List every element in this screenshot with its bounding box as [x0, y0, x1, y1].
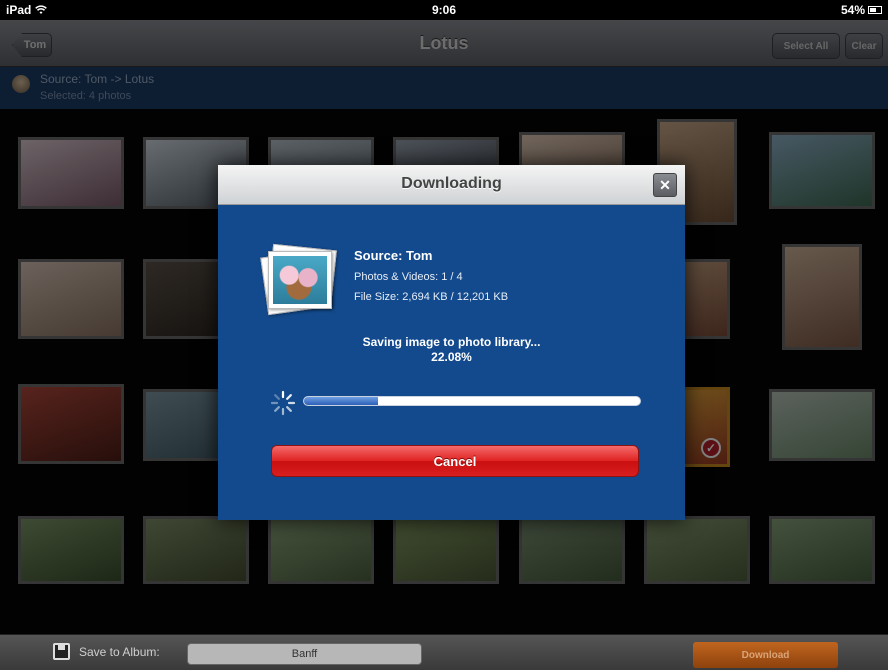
battery-icon — [868, 6, 882, 14]
download-info: Source: Tom Photos & Videos: 1 / 4 File … — [354, 248, 508, 303]
status-bar: iPad 9:06 54% — [0, 0, 888, 20]
floppy-disk-icon — [53, 643, 70, 660]
download-source: Source: Tom — [354, 248, 433, 263]
progress-bar — [303, 396, 641, 406]
progress-fill — [304, 397, 379, 405]
battery-percent: 54% — [840, 3, 865, 17]
close-icon[interactable]: ✕ — [653, 173, 677, 197]
cancel-button[interactable]: Cancel — [271, 445, 639, 477]
battery-indicator: 54% — [841, 3, 882, 17]
album-selector[interactable]: Banff — [187, 643, 422, 665]
download-button[interactable]: Download — [693, 642, 838, 668]
download-status: Saving image to photo library... 22.08% — [218, 335, 685, 365]
bottom-toolbar: Save to Album: Banff Download — [0, 634, 888, 670]
download-dialog: Downloading ✕ Source: Tom Photos & Video… — [218, 165, 685, 520]
dialog-title: Downloading — [401, 175, 502, 192]
percent-text: 22.08% — [431, 350, 472, 364]
save-to-album-label: Save to Album: — [79, 645, 160, 659]
photos-videos-count: Photos & Videos: 1 / 4 — [354, 271, 463, 283]
photo-stack-icon — [260, 243, 340, 316]
status-text: Saving image to photo library... — [362, 335, 541, 349]
spinner-icon — [270, 390, 296, 416]
clock: 9:06 — [431, 3, 457, 17]
file-size: File Size: 2,694 KB / 12,201 KB — [354, 291, 509, 303]
dialog-header: Downloading ✕ — [218, 165, 685, 205]
